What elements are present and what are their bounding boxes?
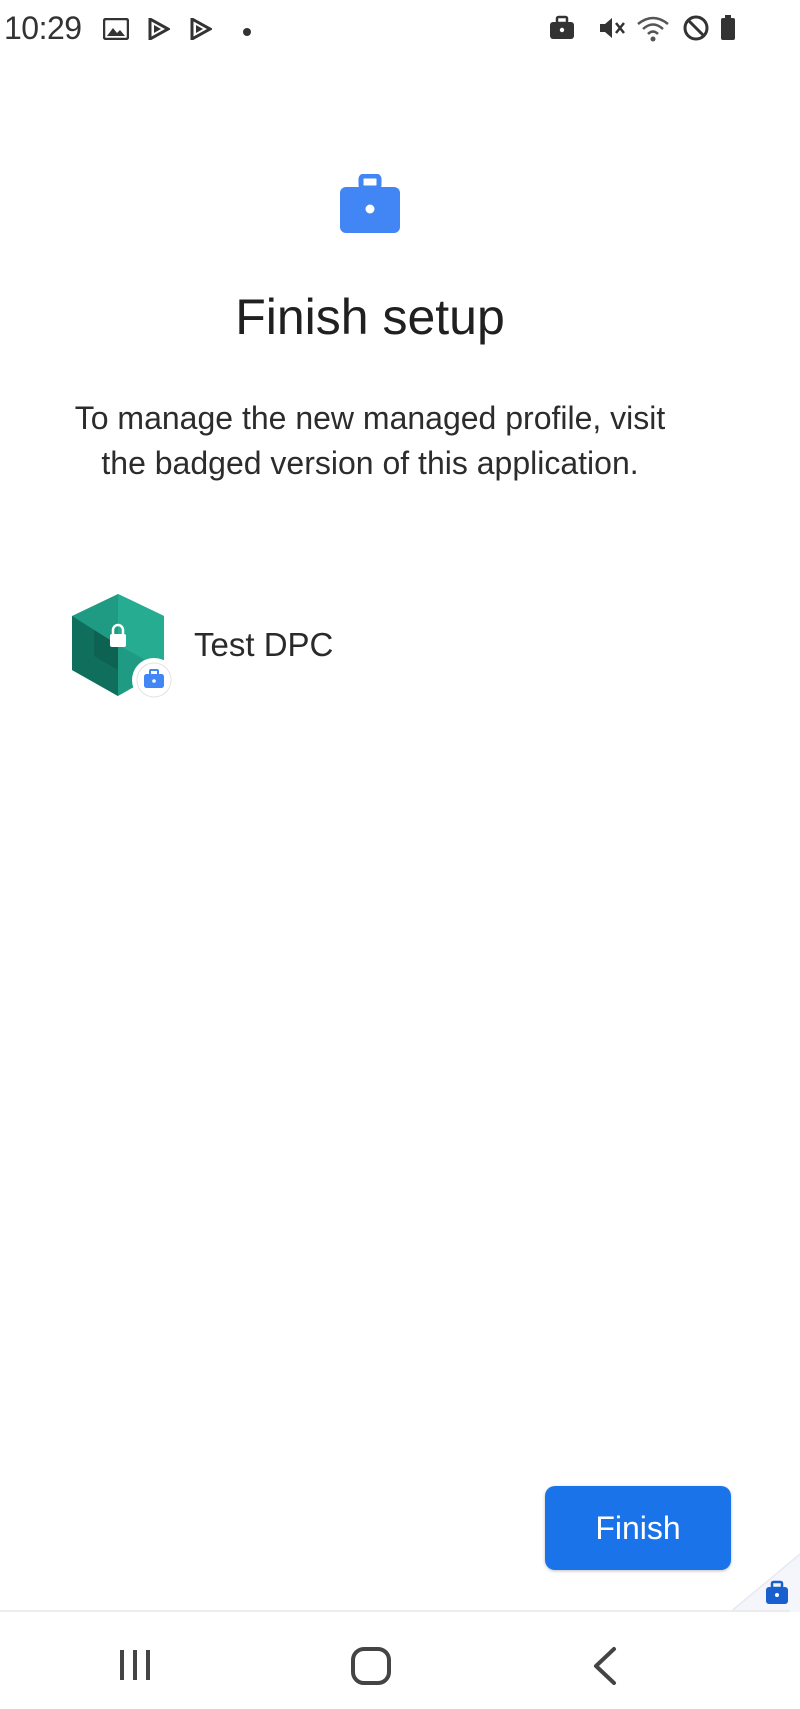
test-dpc-app-icon	[72, 594, 176, 702]
do-not-disturb-icon	[683, 15, 709, 41]
wifi-icon	[637, 16, 669, 42]
play-store-icon	[148, 18, 170, 40]
work-briefcase-icon	[550, 15, 574, 39]
status-time: 10:29	[4, 10, 82, 46]
gallery-icon	[103, 18, 129, 40]
mute-icon	[600, 18, 625, 38]
recents-icon[interactable]	[116, 1648, 156, 1682]
app-name: Test DPC	[194, 626, 334, 663]
home-icon[interactable]	[350, 1646, 392, 1686]
play-store-icon	[190, 18, 212, 40]
navigation-bar	[0, 1612, 800, 1709]
page-title: Finish setup	[235, 289, 505, 345]
app-row: Test DPC	[70, 590, 470, 710]
notification-dot-icon	[243, 28, 251, 36]
work-badge-icon	[136, 662, 172, 698]
finish-button[interactable]: Finish	[545, 1486, 731, 1570]
description-text: To manage the new managed profile, visit…	[74, 400, 666, 481]
status-bar: 10:29	[0, 0, 800, 60]
back-icon[interactable]	[590, 1646, 620, 1686]
work-badge-icon	[728, 1554, 800, 1614]
work-briefcase-icon	[340, 174, 400, 233]
battery-icon	[721, 15, 735, 40]
